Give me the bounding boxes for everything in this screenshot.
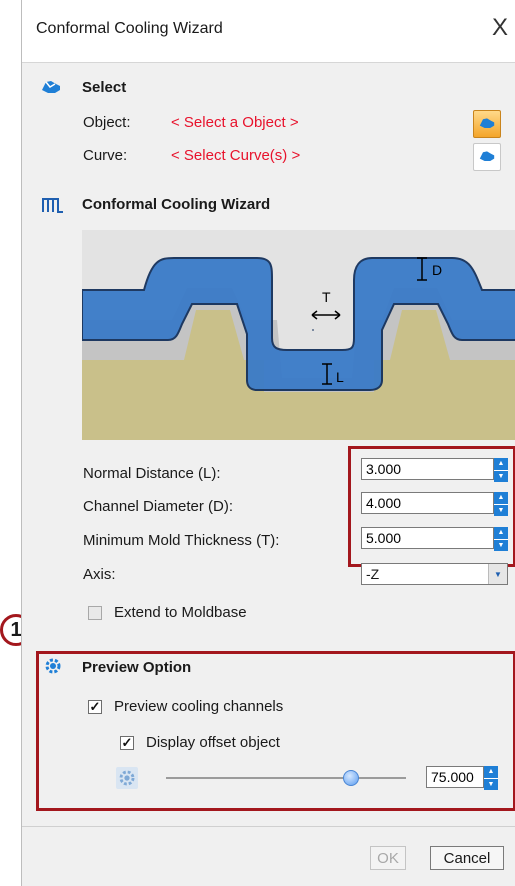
ok-button[interactable]: OK [370,846,406,870]
footer-divider [22,826,515,827]
display-offset-label: Display offset object [146,734,280,751]
curve-label: Curve: [83,147,128,164]
conformal-cooling-dialog: Conformal Cooling Wizard X Select Object… [21,0,515,886]
offset-value-stepper[interactable]: ▲ ▼ [484,766,498,790]
down-arrow-icon[interactable]: ▼ [494,469,508,483]
min-mold-thickness-label: Minimum Mold Thickness (T): [83,532,280,549]
min-mold-thickness-input[interactable] [361,527,494,549]
up-arrow-icon[interactable]: ▲ [484,766,498,778]
preview-channels-label: Preview cooling channels [114,698,284,715]
display-offset-checkbox[interactable]: ✓ [120,736,134,750]
min-mold-thickness-spinner[interactable]: ▲▼ [361,527,508,551]
axis-value: -Z [366,566,380,582]
offset-slider-thumb[interactable] [342,770,359,786]
up-arrow-icon[interactable]: ▲ [494,492,508,504]
extend-moldbase-checkbox[interactable] [88,606,102,620]
object-pick-button[interactable] [473,110,501,138]
title-bar: Conformal Cooling Wizard X [22,0,515,63]
channel-diameter-spinner[interactable]: ▲▼ [361,492,508,516]
down-arrow-icon[interactable]: ▼ [494,538,508,552]
curve-hand-icon [479,151,495,161]
axis-label: Axis: [83,566,116,583]
object-select-prompt[interactable]: < Select a Object > [171,114,299,131]
curve-select-prompt[interactable]: < Select Curve(s) > [171,147,300,164]
close-icon[interactable]: X [486,14,514,42]
curve-pick-button[interactable] [473,143,501,171]
preview-channels-checkbox[interactable]: ✓ [88,700,102,714]
cross-section-diagram: D T L [81,230,515,440]
extend-moldbase-label: Extend to Moldbase [114,604,247,621]
diagram-label-t: T [322,289,331,305]
preview-section-title: Preview Option [82,659,192,676]
diagram-label-d: D [432,262,442,278]
normal-distance-spinner[interactable]: ▲▼ [361,458,508,482]
offset-value-spinner[interactable]: ▲▼ [426,766,498,790]
object-label: Object: [83,114,131,131]
down-arrow-icon[interactable]: ▼ [484,777,498,791]
chevron-down-icon[interactable]: ▼ [488,564,507,584]
channel-diameter-label: Channel Diameter (D): [83,498,234,515]
down-arrow-icon[interactable]: ▼ [494,503,508,517]
slider-gear-icon [116,767,138,789]
axis-dropdown[interactable]: -Z ▼ [361,563,508,585]
up-arrow-icon[interactable]: ▲ [494,527,508,539]
normal-distance-stepper[interactable]: ▲ ▼ [494,458,508,482]
cancel-button[interactable]: Cancel [430,846,504,870]
up-arrow-icon[interactable]: ▲ [494,458,508,470]
channel-diameter-input[interactable] [361,492,494,514]
object-hand-icon [479,118,495,128]
min-mold-thickness-stepper[interactable]: ▲ ▼ [494,527,508,551]
channel-diameter-stepper[interactable]: ▲ ▼ [494,492,508,516]
normal-distance-input[interactable] [361,458,494,480]
select-hand-icon [40,78,62,98]
cooling-channel-icon [42,196,66,214]
wizard-section-title: Conformal Cooling Wizard [82,196,271,213]
gear-icon [43,656,63,676]
cooling-parameter-diagram: D T L [81,230,515,440]
offset-value-input[interactable] [426,766,484,788]
offset-slider-track[interactable] [166,770,406,786]
window-title: Conformal Cooling Wizard [36,20,223,37]
diagram-label-l: L [336,369,344,385]
normal-distance-label: Normal Distance (L): [83,465,221,482]
select-section-title: Select [82,79,127,96]
